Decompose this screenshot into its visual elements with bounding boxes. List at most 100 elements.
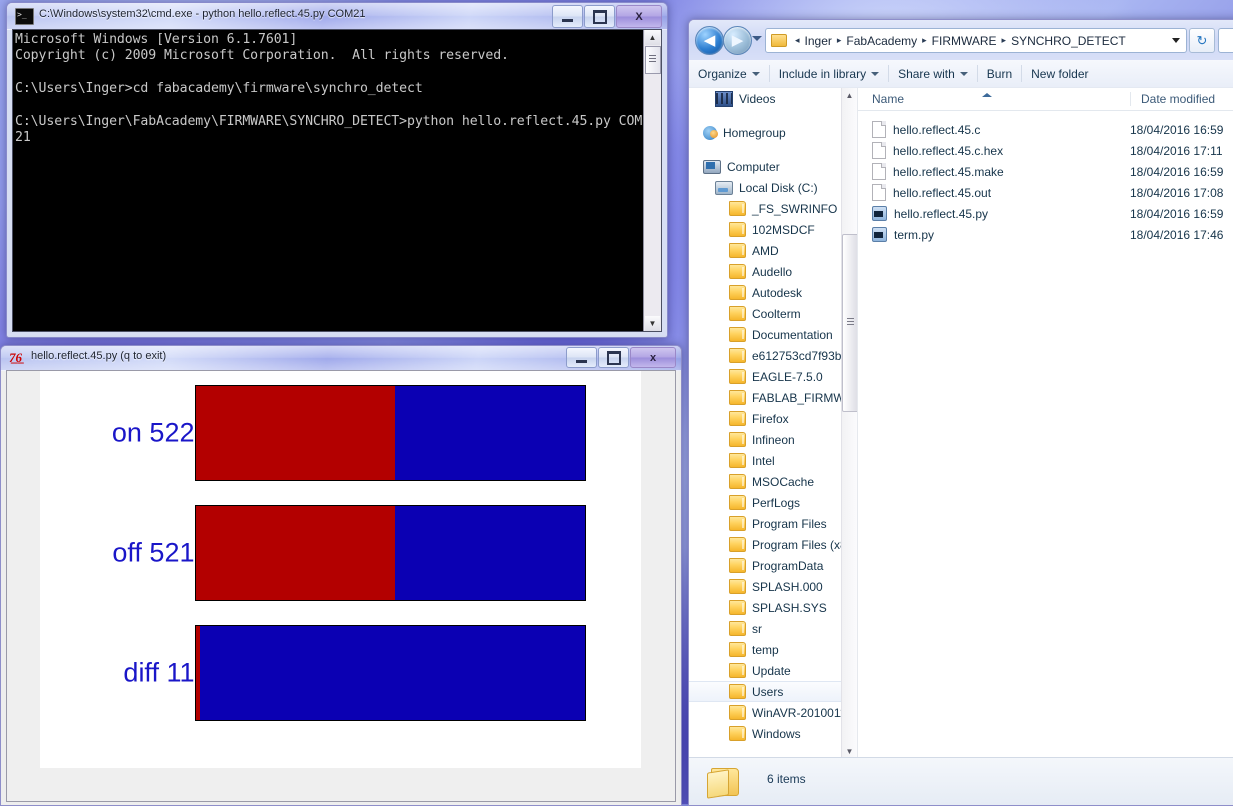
- file-name-cell[interactable]: hello.reflect.45.out: [858, 184, 1130, 201]
- tree-item-fs-swrinfo[interactable]: _FS_SWRINFO: [689, 198, 857, 219]
- tree-item-label: EAGLE-7.5.0: [752, 369, 823, 384]
- tree-item-102msdcf[interactable]: 102MSDCF: [689, 219, 857, 240]
- plot-title-bar[interactable]: 7̲6̲ hello.reflect.45.py (q to exit) x: [1, 346, 681, 371]
- breadcrumb-item-inger[interactable]: Inger: [804, 34, 833, 48]
- column-header-date-modified[interactable]: Date modified: [1130, 92, 1215, 106]
- folder-icon: [729, 411, 746, 426]
- back-arrow-icon[interactable]: ◀: [695, 26, 724, 55]
- tree-item-intel[interactable]: Intel: [689, 450, 857, 471]
- refresh-icon[interactable]: ↻: [1189, 28, 1215, 53]
- explorer-navigation-bar: ◀ ▶ ◂ Inger ▸ FabAcademy ▸ FIRMWARE ▸ SY…: [689, 20, 1233, 60]
- tree-item-videos[interactable]: Videos: [689, 88, 857, 109]
- tree-item-e612753cd7f93b29[interactable]: e612753cd7f93b29: [689, 345, 857, 366]
- cmd-scroll-down-icon[interactable]: ▼: [645, 316, 660, 331]
- tree-item-audello[interactable]: Audello: [689, 261, 857, 282]
- tree-item-temp[interactable]: temp: [689, 639, 857, 660]
- tree-item-amd[interactable]: AMD: [689, 240, 857, 261]
- explorer-window[interactable]: ◀ ▶ ◂ Inger ▸ FabAcademy ▸ FIRMWARE ▸ SY…: [688, 19, 1233, 806]
- tree-item-eagle-750[interactable]: EAGLE-7.5.0: [689, 366, 857, 387]
- python-plot-window[interactable]: 7̲6̲ hello.reflect.45.py (q to exit) x o…: [0, 345, 682, 806]
- folder-icon: [729, 369, 746, 384]
- tree-item-programdata[interactable]: ProgramData: [689, 555, 857, 576]
- tree-item-homegroup[interactable]: Homegroup: [689, 122, 857, 143]
- tree-item-perflogs[interactable]: PerfLogs: [689, 492, 857, 513]
- plot-minimize-button[interactable]: [566, 347, 597, 368]
- tree-item-autodesk[interactable]: Autodesk: [689, 282, 857, 303]
- tree-item-firefox[interactable]: Firefox: [689, 408, 857, 429]
- tree-item-coolterm[interactable]: Coolterm: [689, 303, 857, 324]
- cmd-console-text: Microsoft Windows [Version 6.1.7601] Cop…: [15, 32, 643, 146]
- tree-item-users[interactable]: Users: [689, 681, 857, 702]
- cmd-scroll-thumb[interactable]: [645, 46, 661, 74]
- file-icon: [872, 121, 886, 138]
- folder-icon: [729, 516, 746, 531]
- table-row[interactable]: hello.reflect.45.out 18/04/2016 17:08: [858, 182, 1233, 203]
- toolbar-new-folder-button[interactable]: New folder: [1022, 60, 1097, 87]
- table-row[interactable]: hello.reflect.45.py 18/04/2016 16:59: [858, 203, 1233, 224]
- tree-item-update[interactable]: Update: [689, 660, 857, 681]
- tree-item-label: Local Disk (C:): [739, 180, 818, 195]
- tree-item-infineon[interactable]: Infineon: [689, 429, 857, 450]
- navigation-tree[interactable]: Videos Homegroup Computer Local Disk (C:…: [689, 88, 857, 759]
- tree-item-computer[interactable]: Computer: [689, 156, 857, 177]
- plot-maximize-button[interactable]: [598, 347, 629, 368]
- file-list-pane[interactable]: Name Date modified hello.reflect.45.c 18…: [857, 88, 1233, 759]
- forward-arrow-icon[interactable]: ▶: [723, 26, 752, 55]
- recent-pages-chevron-icon[interactable]: [752, 36, 762, 41]
- breadcrumb-item-firmware[interactable]: FIRMWARE: [931, 34, 998, 48]
- tree-item-local-disk-c[interactable]: Local Disk (C:): [689, 177, 857, 198]
- column-header-name[interactable]: Name: [858, 92, 1130, 106]
- tree-item-program-files-x86[interactable]: Program Files (x86): [689, 534, 857, 555]
- tree-item-windows[interactable]: Windows: [689, 723, 857, 744]
- toolbar-burn-button[interactable]: Burn: [978, 60, 1021, 87]
- tree-scroll-up-icon[interactable]: ▲: [842, 88, 857, 103]
- cmd-close-button[interactable]: X: [616, 5, 662, 28]
- tree-item-documentation[interactable]: Documentation: [689, 324, 857, 345]
- breadcrumb-item-fabacademy[interactable]: FabAcademy: [845, 34, 918, 48]
- cmd-title-bar[interactable]: C:\Windows\system32\cmd.exe - python hel…: [7, 3, 667, 30]
- tree-item-sr[interactable]: sr: [689, 618, 857, 639]
- address-dropdown-icon[interactable]: [1172, 38, 1180, 43]
- search-input[interactable]: [1218, 28, 1233, 53]
- cmd-minimize-button[interactable]: [552, 5, 583, 28]
- address-bar[interactable]: ◂ Inger ▸ FabAcademy ▸ FIRMWARE ▸ SYNCHR…: [765, 28, 1187, 53]
- tree-scroll-thumb[interactable]: [842, 234, 857, 412]
- cmd-console-area[interactable]: Microsoft Windows [Version 6.1.7601] Cop…: [12, 29, 662, 332]
- table-row[interactable]: hello.reflect.45.c 18/04/2016 16:59: [858, 119, 1233, 140]
- folder-icon: [729, 390, 746, 405]
- chevron-down-icon: [751, 71, 760, 76]
- plot-window-buttons[interactable]: x: [566, 347, 676, 368]
- tree-item-winavr-20100110[interactable]: WinAVR-20100110: [689, 702, 857, 723]
- tree-item-splash-sys[interactable]: SPLASH.SYS: [689, 597, 857, 618]
- cmd-scroll-up-icon[interactable]: ▲: [645, 30, 660, 45]
- cmd-title-text: C:\Windows\system32\cmd.exe - python hel…: [39, 8, 366, 20]
- plot-close-button[interactable]: x: [630, 347, 676, 368]
- cmd-scrollbar[interactable]: ▲ ▼: [643, 30, 661, 331]
- tree-item-msocache[interactable]: MSOCache: [689, 471, 857, 492]
- tree-scrollbar[interactable]: ▲ ▼: [841, 88, 857, 759]
- folder-icon: [729, 222, 746, 237]
- cmd-window-buttons[interactable]: X: [552, 5, 662, 28]
- tree-item-label: Computer: [727, 159, 780, 174]
- cmd-maximize-button[interactable]: [584, 5, 615, 28]
- file-name-cell[interactable]: hello.reflect.45.c: [858, 121, 1130, 138]
- file-name-cell[interactable]: hello.reflect.45.make: [858, 163, 1130, 180]
- tree-item-program-files[interactable]: Program Files: [689, 513, 857, 534]
- file-name-cell[interactable]: hello.reflect.45.c.hex: [858, 142, 1130, 159]
- command-prompt-window[interactable]: C:\Windows\system32\cmd.exe - python hel…: [6, 2, 668, 338]
- toolbar-burn-label: Burn: [986, 66, 1013, 81]
- file-name-cell[interactable]: term.py: [858, 227, 1130, 242]
- chevron-down-icon: [871, 71, 880, 76]
- tree-item-label: Firefox: [752, 411, 789, 426]
- toolbar-include-in-library-button[interactable]: Include in library: [770, 60, 888, 87]
- table-row[interactable]: term.py 18/04/2016 17:46: [858, 224, 1233, 245]
- tree-item-splash-000[interactable]: SPLASH.000: [689, 576, 857, 597]
- table-row[interactable]: hello.reflect.45.make 18/04/2016 16:59: [858, 161, 1233, 182]
- toolbar-organize-button[interactable]: Organize: [689, 60, 769, 87]
- breadcrumb-item-synchro-detect[interactable]: SYNCHRO_DETECT: [1010, 34, 1127, 48]
- table-row[interactable]: hello.reflect.45.c.hex 18/04/2016 17:11: [858, 140, 1233, 161]
- tree-item-fablab-firmware[interactable]: FABLAB_FIRMWARE: [689, 387, 857, 408]
- toolbar-share-with-button[interactable]: Share with: [889, 60, 977, 87]
- file-name-cell[interactable]: hello.reflect.45.py: [858, 206, 1130, 221]
